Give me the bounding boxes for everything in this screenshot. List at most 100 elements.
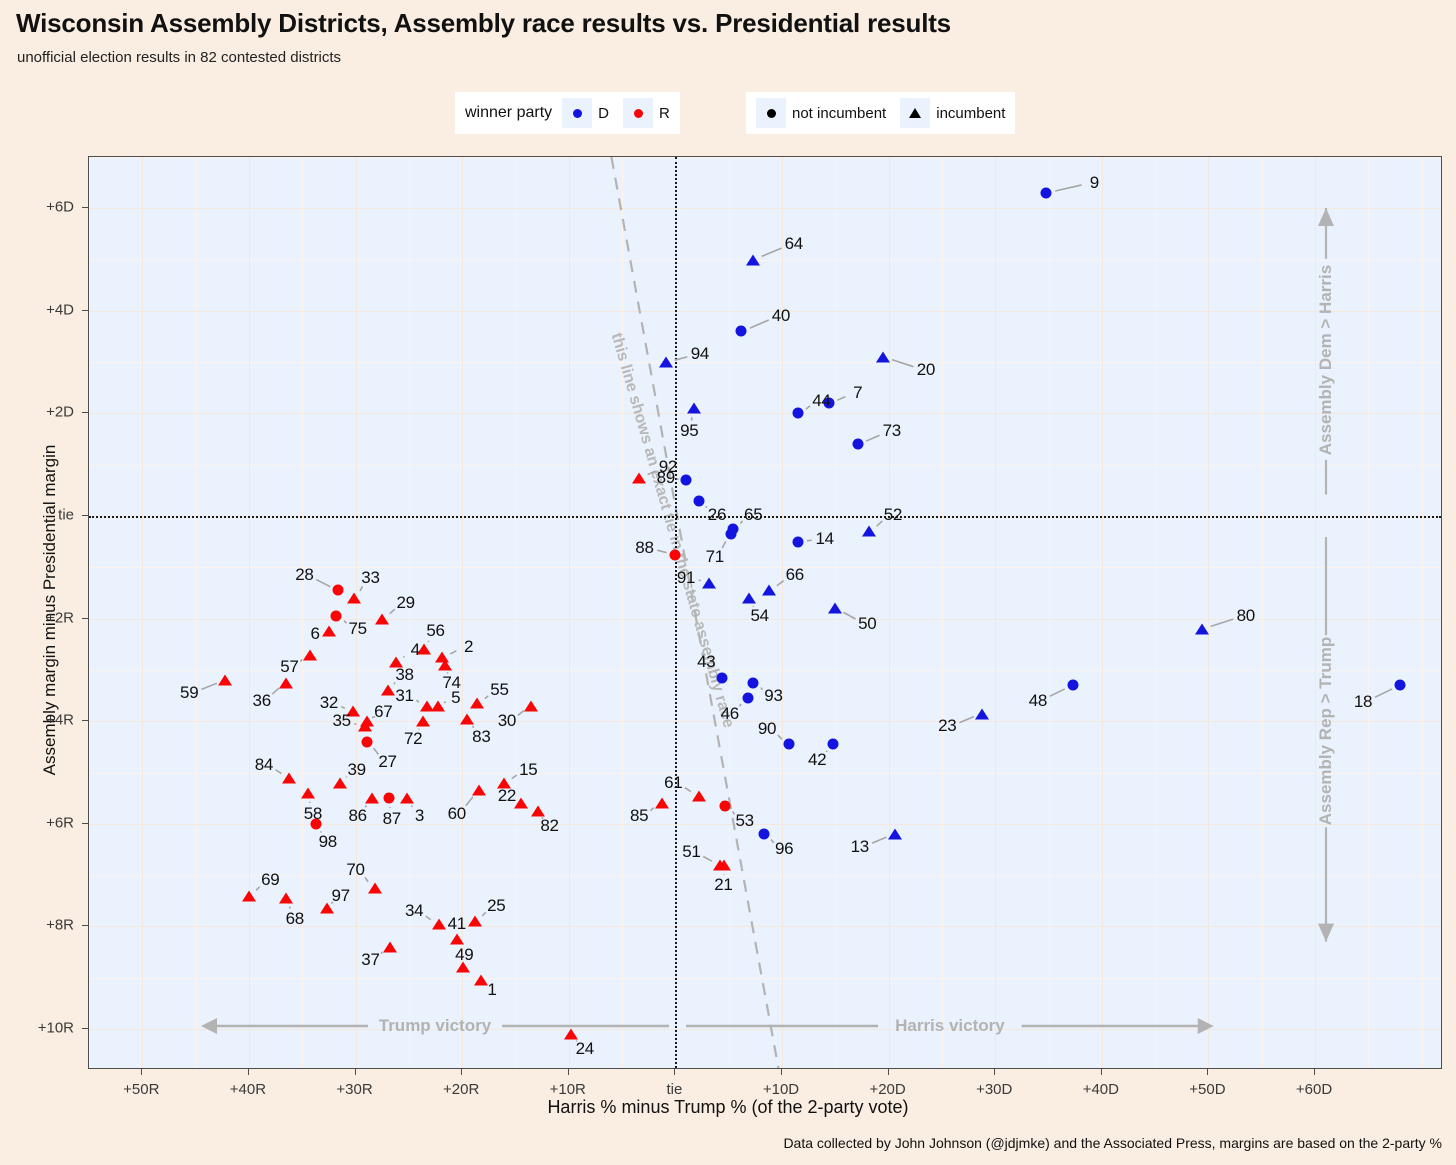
data-point-district-53[interactable] bbox=[719, 800, 731, 812]
data-point-district-96[interactable] bbox=[758, 828, 770, 840]
data-label-district-9: 9 bbox=[1089, 172, 1099, 192]
data-point-district-29[interactable] bbox=[375, 613, 390, 625]
data-point-district-87[interactable] bbox=[383, 792, 395, 804]
data-point-district-38[interactable] bbox=[380, 684, 395, 696]
data-point-district-94[interactable] bbox=[658, 356, 673, 368]
data-point-district-69[interactable] bbox=[241, 890, 256, 902]
black-dot-icon bbox=[766, 108, 776, 118]
data-point-district-52[interactable] bbox=[862, 525, 877, 537]
data-point-district-35[interactable] bbox=[358, 720, 373, 732]
data-point-district-83[interactable] bbox=[460, 713, 475, 725]
data-label-district-25: 25 bbox=[487, 895, 506, 915]
data-point-district-41[interactable] bbox=[449, 933, 464, 945]
data-point-district-21[interactable] bbox=[717, 859, 732, 871]
data-point-district-60[interactable] bbox=[472, 784, 487, 796]
data-point-district-89[interactable] bbox=[680, 474, 691, 486]
data-point-district-28[interactable] bbox=[332, 584, 344, 596]
data-point-district-85[interactable] bbox=[654, 797, 669, 809]
data-point-district-91[interactable] bbox=[702, 577, 717, 589]
data-point-district-95[interactable] bbox=[686, 402, 701, 414]
data-point-district-20[interactable] bbox=[876, 351, 891, 363]
y-tick-label: +2D bbox=[46, 403, 74, 421]
data-point-district-42[interactable] bbox=[827, 738, 839, 750]
data-point-district-6[interactable] bbox=[321, 625, 336, 637]
data-point-district-44[interactable] bbox=[792, 407, 804, 419]
data-label-district-95: 95 bbox=[680, 421, 699, 441]
x-tickmark bbox=[247, 1069, 249, 1075]
y-tick-label: +4D bbox=[46, 301, 74, 319]
data-point-district-84[interactable] bbox=[282, 772, 297, 784]
x-tick-label: +50R bbox=[123, 1081, 160, 1098]
data-point-district-48[interactable] bbox=[1067, 679, 1079, 691]
data-point-district-74[interactable] bbox=[438, 659, 453, 671]
data-point-district-27[interactable] bbox=[361, 736, 373, 748]
data-point-district-9[interactable] bbox=[1040, 187, 1052, 199]
data-point-district-61[interactable] bbox=[691, 790, 706, 802]
data-label-district-33: 33 bbox=[361, 567, 380, 587]
data-label-district-7: 7 bbox=[853, 382, 863, 402]
data-point-district-14[interactable] bbox=[792, 536, 804, 548]
y-tickmark bbox=[82, 1027, 88, 1029]
legend-winner-party: winner party D R bbox=[455, 92, 680, 134]
y-tickmark bbox=[82, 309, 88, 311]
data-point-district-58[interactable] bbox=[300, 787, 315, 799]
data-point-district-25[interactable] bbox=[467, 915, 482, 927]
data-point-district-54[interactable] bbox=[741, 592, 756, 604]
data-point-district-64[interactable] bbox=[746, 254, 761, 266]
data-point-district-36[interactable] bbox=[279, 677, 294, 689]
data-label-district-49: 49 bbox=[455, 944, 474, 964]
data-point-district-55[interactable] bbox=[470, 697, 485, 709]
data-point-district-59[interactable] bbox=[218, 674, 233, 686]
data-point-district-57[interactable] bbox=[302, 649, 317, 661]
data-point-district-73[interactable] bbox=[852, 438, 864, 450]
legend-title-party: winner party bbox=[465, 104, 553, 121]
data-point-district-23[interactable] bbox=[975, 708, 990, 720]
data-label-district-26: 26 bbox=[707, 504, 727, 524]
scatter-plot-panel: this line shows an exact tie in the stat… bbox=[88, 156, 1442, 1069]
data-point-district-80[interactable] bbox=[1195, 623, 1210, 635]
y-tick-label: +10R bbox=[37, 1019, 74, 1037]
data-point-district-30[interactable] bbox=[524, 700, 539, 712]
data-point-district-86[interactable] bbox=[364, 792, 379, 804]
data-point-district-39[interactable] bbox=[332, 777, 347, 789]
data-point-district-90[interactable] bbox=[783, 738, 795, 750]
x-axis-title: Harris % minus Trump % (of the 2-party v… bbox=[547, 1097, 909, 1117]
data-label-district-50: 50 bbox=[858, 613, 877, 633]
data-point-district-37[interactable] bbox=[382, 941, 397, 953]
data-label-district-5: 5 bbox=[451, 688, 461, 708]
data-point-district-1[interactable] bbox=[474, 974, 489, 986]
data-point-district-50[interactable] bbox=[828, 602, 843, 614]
data-point-district-24[interactable] bbox=[563, 1028, 578, 1040]
data-point-district-40[interactable] bbox=[735, 325, 747, 337]
data-point-district-75[interactable] bbox=[330, 610, 342, 622]
data-point-district-68[interactable] bbox=[279, 892, 294, 904]
data-point-district-3[interactable] bbox=[399, 792, 414, 804]
data-point-district-71[interactable] bbox=[725, 528, 737, 540]
data-point-district-82[interactable] bbox=[530, 805, 545, 817]
data-point-district-98[interactable] bbox=[310, 818, 322, 830]
x-tickmark bbox=[887, 1069, 889, 1075]
data-label-district-34: 34 bbox=[405, 900, 424, 920]
data-point-district-92[interactable] bbox=[632, 472, 647, 484]
x-tickmark bbox=[141, 1069, 143, 1075]
data-point-district-33[interactable] bbox=[347, 592, 362, 604]
data-point-district-43[interactable] bbox=[716, 672, 728, 684]
data-point-district-5[interactable] bbox=[430, 700, 445, 712]
data-point-district-93[interactable] bbox=[747, 677, 759, 689]
y-tick-label: +4R bbox=[46, 711, 74, 729]
data-label-district-1: 1 bbox=[487, 980, 497, 1000]
data-label-district-39: 39 bbox=[347, 759, 366, 779]
x-tickmark bbox=[354, 1069, 356, 1075]
data-label-district-14: 14 bbox=[815, 529, 834, 549]
data-point-district-26[interactable] bbox=[693, 495, 705, 507]
data-point-district-46[interactable] bbox=[742, 692, 754, 704]
data-point-district-18[interactable] bbox=[1394, 679, 1406, 691]
data-point-district-72[interactable] bbox=[415, 715, 430, 727]
data-label-district-48: 48 bbox=[1028, 690, 1048, 710]
data-label-district-57: 57 bbox=[280, 657, 299, 677]
data-point-district-66[interactable] bbox=[762, 584, 777, 596]
data-point-district-88[interactable] bbox=[669, 549, 681, 560]
data-point-district-70[interactable] bbox=[367, 882, 382, 894]
data-point-district-34[interactable] bbox=[431, 918, 446, 930]
data-point-district-13[interactable] bbox=[888, 828, 902, 840]
